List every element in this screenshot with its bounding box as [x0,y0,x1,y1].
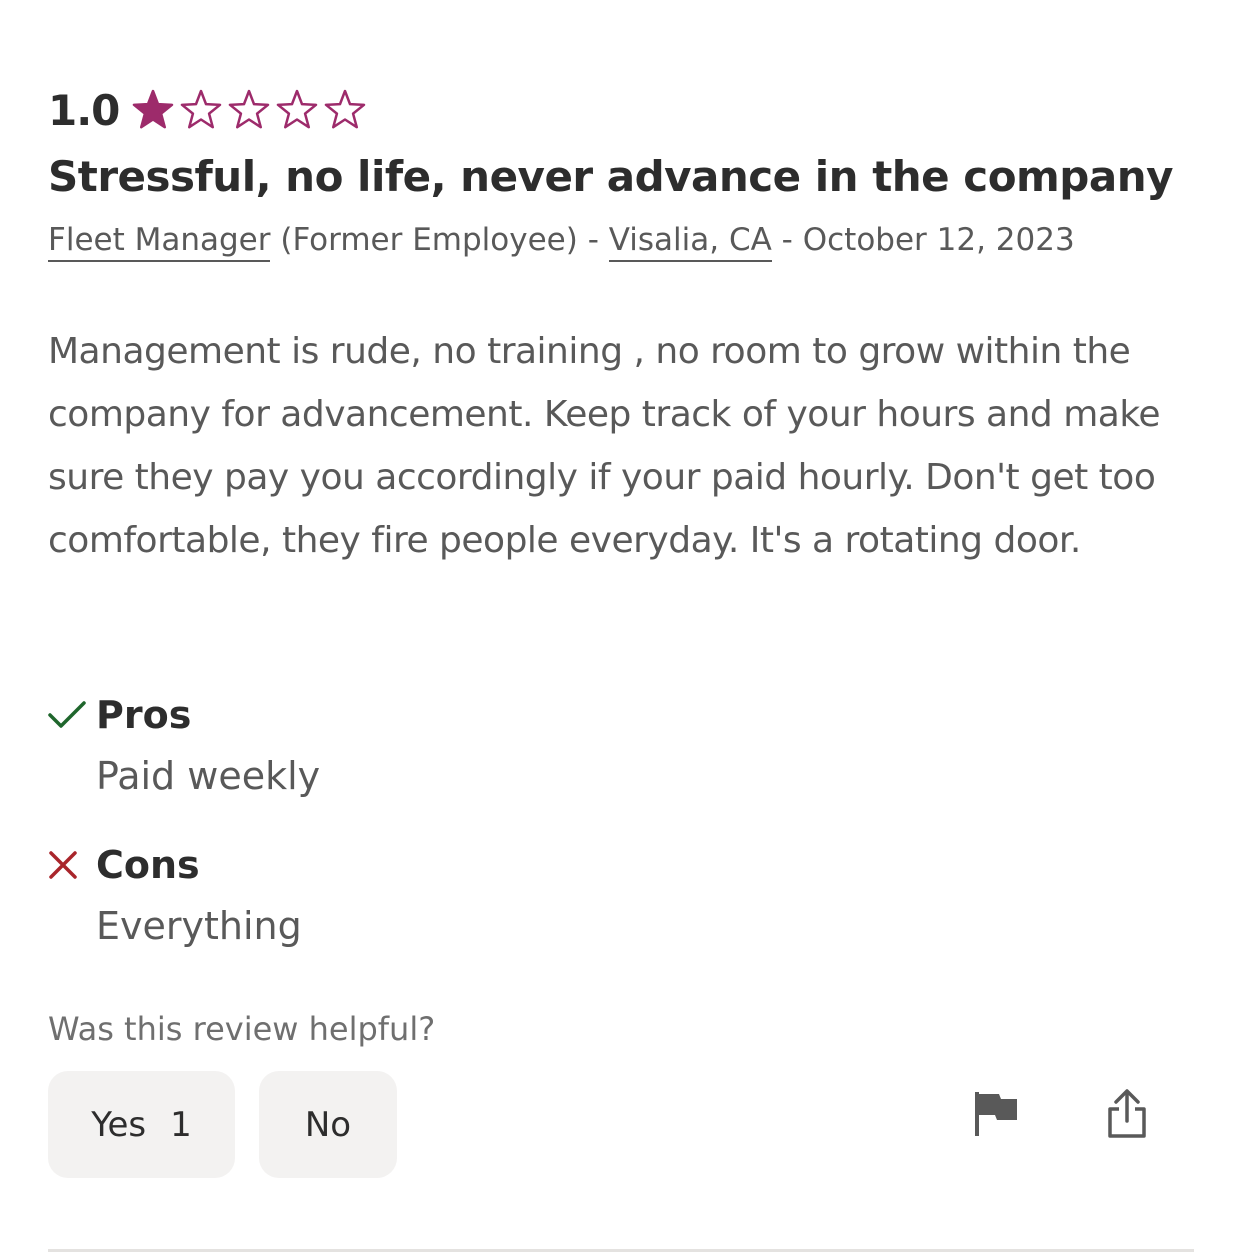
share-button[interactable] [1097,1086,1157,1146]
pros-text: Paid weekly [96,754,321,798]
meta-separator: - [587,222,599,258]
share-icon [1106,1088,1148,1144]
check-icon [48,700,96,730]
review-date: October 12, 2023 [802,222,1075,258]
cons-label: Cons [96,843,200,887]
employment-status: (Former Employee) [280,222,578,258]
star-rating [131,88,367,132]
pros-section: Pros Paid weekly [48,690,320,798]
divider [48,1249,1194,1252]
review-title: Stressful, no life, never advance in the… [48,152,1174,201]
x-icon [48,850,96,880]
report-button[interactable] [966,1086,1026,1146]
star-empty-icon [275,88,319,132]
review-card: 1.0 Stressful, no life, never advance in… [48,0,1194,1254]
no-label: No [304,1104,352,1145]
rating-value: 1.0 [48,85,120,135]
location-link[interactable]: Visalia, CA [608,222,772,262]
helpful-yes-button[interactable]: Yes 1 [48,1071,235,1178]
helpful-no-button[interactable]: No [259,1071,397,1178]
flag-icon [973,1090,1019,1142]
job-title-link[interactable]: Fleet Manager [48,222,271,262]
cons-text: Everything [96,904,302,948]
star-empty-icon [323,88,367,132]
star-empty-icon [227,88,271,132]
meta-separator: - [781,222,793,258]
yes-label: Yes [91,1104,147,1145]
pros-label: Pros [96,693,192,737]
cons-section: Cons Everything [48,840,302,948]
yes-count: 1 [170,1104,192,1145]
review-body: Management is rude, no training , no roo… [48,331,1161,561]
star-empty-icon [179,88,223,132]
helpful-question: Was this review helpful? [48,1010,436,1048]
review-meta: Fleet Manager (Former Employee) - Visali… [48,222,1075,262]
star-filled-icon [131,88,175,132]
rating-row: 1.0 [48,82,367,138]
